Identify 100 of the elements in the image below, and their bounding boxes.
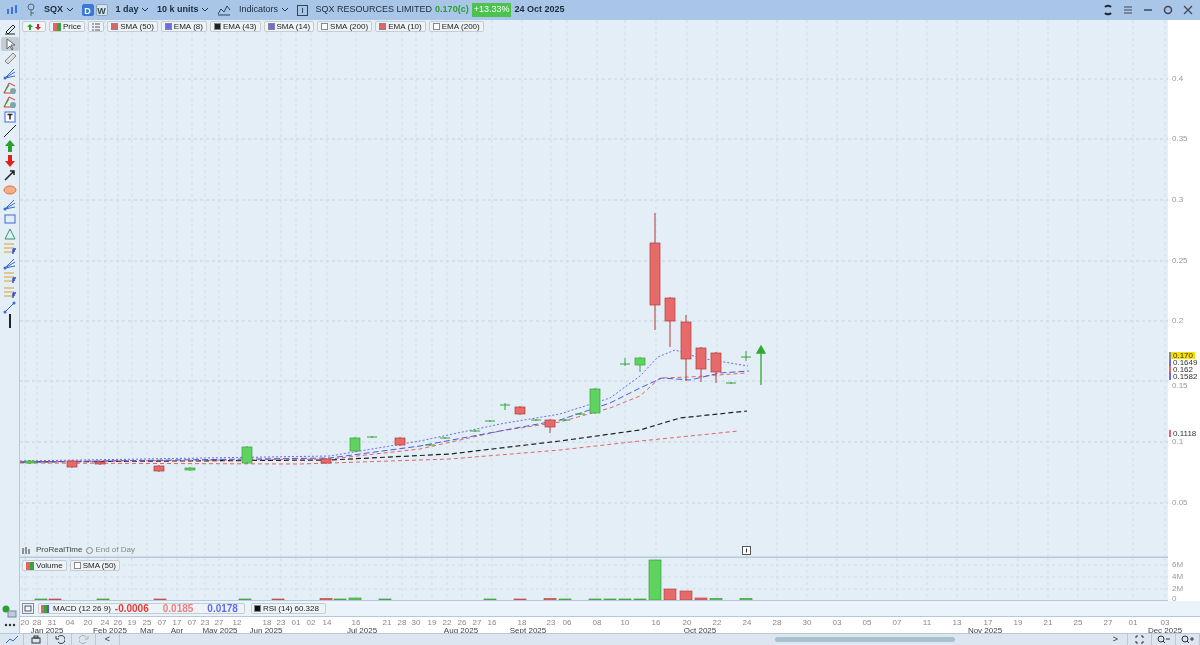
month-label: Jun 2025 (249, 625, 283, 637)
restore-icon[interactable] (1162, 4, 1174, 16)
sma-toggle[interactable]: SMA (50) (69, 560, 121, 571)
macd-toggle[interactable]: MACD (12 26 9) -0.0006 0.0185 0.0178 (38, 603, 245, 614)
pencil-icon (2, 22, 17, 37)
scrollbar-thumb[interactable] (775, 637, 955, 642)
date-label: 21 (382, 617, 392, 629)
period-button[interactable]: D (81, 4, 94, 16)
date-label: 07 (892, 617, 902, 629)
candle (439, 436, 451, 440)
indicator-toggle[interactable]: EMA (43) (209, 21, 261, 32)
info-icon[interactable] (296, 4, 308, 16)
indicator-toggle[interactable]: EMA (8) (160, 21, 207, 32)
month-label: Mar (140, 625, 154, 637)
date-label: 23 (276, 617, 286, 628)
list-icon (92, 22, 101, 31)
caret-icon (65, 6, 74, 14)
date-label: 06 (562, 617, 572, 629)
date-label: 19 (427, 617, 437, 629)
date-label: 20 (682, 617, 692, 628)
interval-dropdown[interactable]: 1 day (115, 3, 150, 17)
date-label: 19 (127, 617, 137, 629)
scroll-left-button[interactable]: < (96, 633, 120, 645)
indicators-dropdown[interactable]: Indicators (239, 3, 289, 17)
date-label: 20 (83, 617, 93, 629)
date-label: 07 (157, 617, 167, 629)
candles-icon[interactable] (6, 4, 18, 16)
date-label: 24 (100, 617, 110, 628)
date-label: 07 (187, 617, 197, 629)
rsi-toggle[interactable]: RSI (14) 60.328 (250, 603, 326, 614)
fullscreen-icon (1135, 635, 1144, 644)
indicator-toggle[interactable]: SMA (14) (263, 21, 315, 32)
vertical-line-icon (8, 314, 11, 329)
date-label: 25 (142, 617, 152, 628)
date-label: 14 (322, 617, 332, 629)
date-label: 08 (592, 617, 602, 629)
axis-tick: 0 (1172, 593, 1177, 605)
up-down-arrows-icon (26, 22, 42, 31)
info-icon[interactable] (742, 546, 751, 555)
candle (484, 419, 496, 423)
date-label: 10 (620, 617, 630, 629)
date-label: 27 (472, 617, 482, 628)
date-label: 20 (20, 617, 30, 629)
instrument-name: SQX RESOURCES LIMITED (315, 3, 433, 17)
indicator-toggle[interactable]: SMA (50) (107, 21, 158, 32)
volume-toggle[interactable]: Volume (22, 560, 67, 571)
scroll-right-button[interactable]: > (1104, 633, 1128, 645)
candle (241, 445, 253, 465)
candle (589, 387, 601, 415)
indicator-toggle[interactable]: SMA (200) (317, 21, 373, 32)
candle (530, 418, 542, 422)
indicator-toggle[interactable]: EMA (10) (375, 21, 426, 32)
date-label: 27 (1103, 617, 1113, 629)
candle (619, 357, 631, 367)
date-label: 28 (32, 617, 42, 628)
ellipse-icon (2, 182, 17, 197)
sync-icon[interactable] (1102, 4, 1114, 16)
month-label: Dec 2025 (1147, 625, 1183, 637)
gann-icon (2, 80, 17, 95)
candle (514, 405, 526, 416)
up-arrow-icon (756, 344, 766, 386)
quote-date: 24 Oct 2025 (514, 3, 565, 17)
axis-tick: 6M (1172, 559, 1184, 571)
caret-icon (280, 6, 289, 14)
units-dropdown[interactable]: 10 k units (157, 3, 210, 17)
price-toggle[interactable]: Price (49, 21, 86, 32)
date-label: 21 (1043, 617, 1053, 629)
panel-icon[interactable] (22, 603, 34, 614)
rectangle-icon (2, 212, 17, 226)
indicator-toggle[interactable]: EMA (200) (428, 21, 484, 32)
candle (320, 457, 332, 465)
candle (544, 418, 556, 434)
close-icon[interactable] (1182, 4, 1194, 16)
zoom-out-icon (1156, 635, 1171, 644)
symbol-dropdown[interactable]: SQX (44, 3, 74, 17)
date-label: 18 (517, 617, 527, 628)
candle (740, 350, 752, 362)
key-icon[interactable] (26, 3, 36, 17)
candles-icon (22, 546, 32, 554)
caret-icon (141, 6, 150, 14)
date-label: 04 (65, 617, 75, 629)
date-label: 25 (1073, 617, 1083, 629)
month-label: Feb 2025 (93, 625, 127, 636)
candle (710, 351, 722, 384)
date-label: 23 (200, 617, 210, 628)
list-toggle[interactable] (88, 21, 105, 32)
date-label: 17 (172, 617, 182, 628)
undo-icon (54, 635, 65, 644)
menu-icon[interactable] (1122, 4, 1134, 16)
data-mode: End of Day (95, 544, 135, 556)
fibonacci-icon (2, 241, 17, 256)
date-label: 03 (1160, 617, 1170, 628)
indicators-icon[interactable] (217, 4, 232, 16)
date-label: 16 (651, 617, 661, 629)
candle (153, 464, 165, 473)
arrows-toggle[interactable] (22, 21, 46, 32)
date-label: 23 (546, 617, 556, 629)
date-label: 05 (862, 617, 872, 629)
period-button[interactable]: W (95, 4, 108, 16)
triangle-icon (2, 226, 17, 241)
